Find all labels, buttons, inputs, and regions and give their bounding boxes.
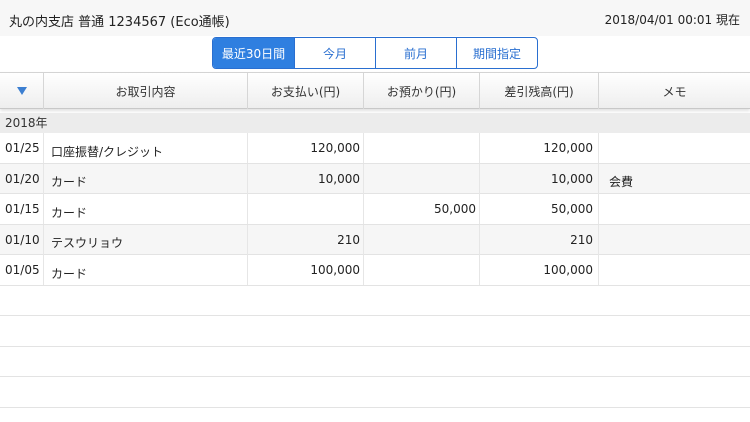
row-deposit: 50,000 (363, 194, 479, 224)
row-deposit (363, 255, 479, 285)
table-row[interactable]: 01/15 カード 50,000 50,000 (0, 194, 750, 225)
row-memo[interactable] (598, 224, 750, 255)
row-memo[interactable]: 会費 (598, 163, 750, 194)
year-section-header: 2018年 (0, 113, 750, 133)
row-payment (247, 194, 363, 224)
table-row[interactable]: 01/05 カード 100,000 100,000 (0, 255, 750, 286)
column-header-memo: メモ (598, 73, 750, 109)
column-header-deposit: お預かり(円) (363, 73, 479, 109)
column-header-balance: 差引残高(円) (479, 73, 598, 109)
row-payment: 10,000 (247, 163, 363, 194)
empty-row (0, 377, 750, 408)
column-header-payment: お支払い(円) (247, 73, 363, 109)
row-description: カード (43, 255, 247, 285)
row-payment: 210 (247, 224, 363, 255)
empty-row (0, 316, 750, 347)
column-header-description: お取引内容 (43, 73, 247, 109)
row-memo[interactable] (598, 194, 750, 224)
triangle-down-icon (16, 87, 27, 95)
table-header: お取引内容 お支払い(円) お預かり(円) 差引残高(円) メモ (0, 72, 750, 109)
tab-last-month[interactable]: 前月 (375, 38, 456, 68)
row-balance: 50,000 (479, 194, 598, 224)
row-payment: 100,000 (247, 255, 363, 285)
tab-date-range[interactable]: 期間指定 (456, 38, 537, 68)
table-row[interactable]: 01/10 テスウリョウ 210 210 (0, 224, 750, 255)
tab-this-month[interactable]: 今月 (294, 38, 375, 68)
row-balance: 10,000 (479, 163, 598, 194)
row-deposit (363, 224, 479, 255)
row-description: 口座振替/クレジット (43, 133, 247, 163)
row-balance: 210 (479, 224, 598, 255)
row-date: 01/10 (5, 232, 40, 247)
row-description: テスウリョウ (43, 224, 247, 255)
as-of-timestamp: 2018/04/01 00:01 現在 (604, 13, 740, 27)
tab-recent-30-days[interactable]: 最近30日間 (213, 38, 294, 68)
row-date: 01/25 (5, 141, 40, 155)
row-date: 01/05 (5, 263, 40, 277)
row-payment: 120,000 (247, 133, 363, 163)
row-memo[interactable] (598, 133, 750, 163)
row-deposit (363, 163, 479, 194)
account-title: 丸の内支店 普通 1234567 (Eco通帳) (9, 15, 230, 30)
sort-toggle[interactable] (0, 73, 43, 109)
empty-row (0, 347, 750, 377)
transaction-list: 01/25 口座振替/クレジット 120,000 120,000 01/20 カ… (0, 133, 750, 408)
row-balance: 120,000 (479, 133, 598, 163)
row-description: カード (43, 163, 247, 194)
row-memo[interactable] (598, 255, 750, 285)
row-description: カード (43, 194, 247, 224)
table-row[interactable]: 01/25 口座振替/クレジット 120,000 120,000 (0, 133, 750, 164)
row-date: 01/20 (5, 171, 40, 186)
title-bar: 丸の内支店 普通 1234567 (Eco通帳) 2018/04/01 00:0… (0, 0, 750, 36)
row-date: 01/15 (5, 202, 40, 216)
row-balance: 100,000 (479, 255, 598, 285)
table-row[interactable]: 01/20 カード 10,000 10,000 会費 (0, 163, 750, 194)
row-deposit (363, 133, 479, 163)
period-selector: 最近30日間 今月 前月 期間指定 (212, 37, 538, 69)
empty-row (0, 286, 750, 316)
